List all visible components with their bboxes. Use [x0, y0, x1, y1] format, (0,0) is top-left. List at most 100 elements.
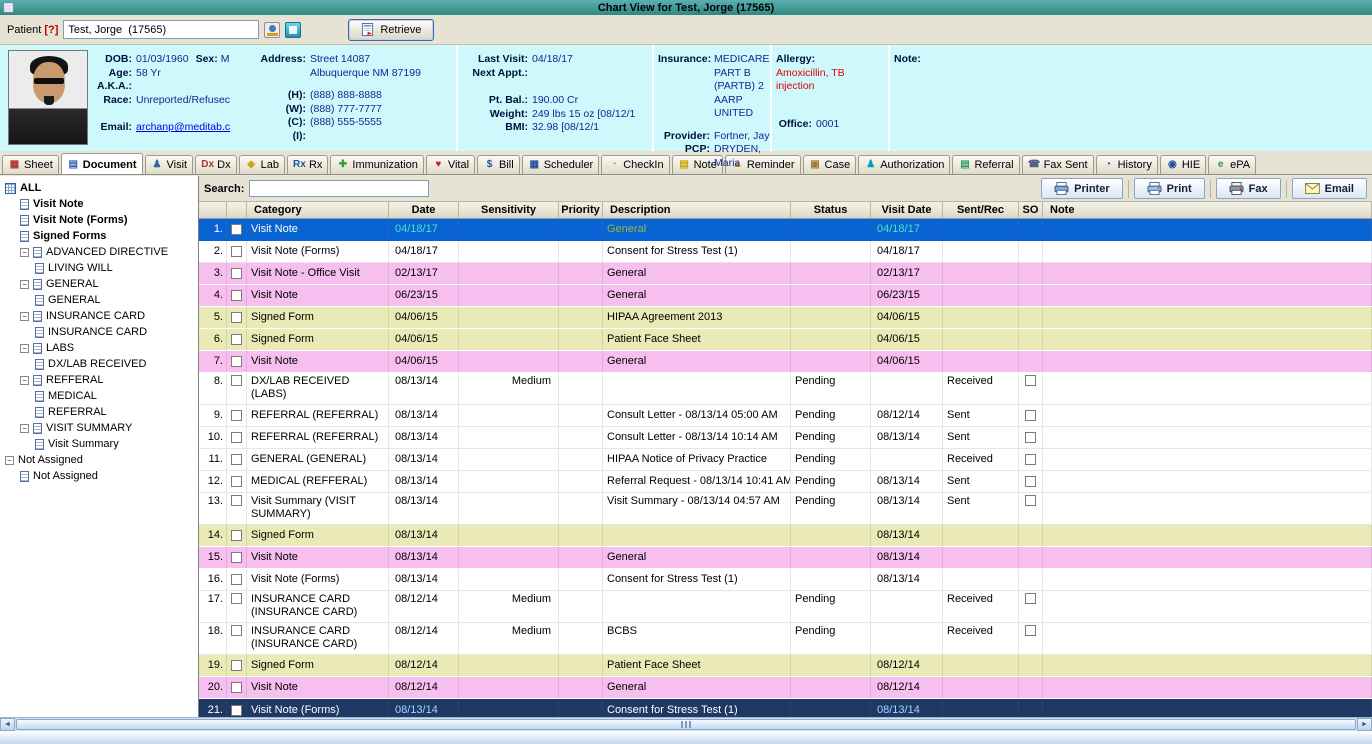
tree-item-signed-forms[interactable]: Signed Forms: [0, 228, 198, 244]
row-checkbox[interactable]: [231, 224, 242, 235]
table-row-6[interactable]: 6.Signed Form04/06/15Patient Face Sheet0…: [199, 329, 1372, 351]
row-checkbox[interactable]: [231, 432, 242, 443]
so-checkbox[interactable]: [1025, 432, 1036, 443]
row-checkbox[interactable]: [231, 246, 242, 257]
table-row-20[interactable]: 20.Visit Note08/12/14General08/12/14: [199, 677, 1372, 699]
row-checkbox[interactable]: [231, 290, 242, 301]
column-header-priority[interactable]: Priority: [559, 202, 603, 218]
tab-bill[interactable]: $Bill: [477, 155, 520, 174]
table-row-11[interactable]: 11.GENERAL (GENERAL)08/13/14HIPAA Notice…: [199, 449, 1372, 471]
column-header-description[interactable]: Description: [603, 202, 791, 218]
tree-item-referral[interactable]: REFERRAL: [0, 404, 198, 420]
table-row-9[interactable]: 9.REFERRAL (REFERRAL)08/13/14Consult Let…: [199, 405, 1372, 427]
patient-lookup-icon[interactable]: [264, 22, 280, 38]
table-row-12[interactable]: 12.MEDICAL (REFFERAL)08/13/14Referral Re…: [199, 471, 1372, 493]
tree-item-medical[interactable]: MEDICAL: [0, 388, 198, 404]
tree-item-all[interactable]: ALL: [0, 180, 198, 196]
column-header-sensitivity[interactable]: Sensitivity: [459, 202, 559, 218]
table-row-8[interactable]: 8.DX/LAB RECEIVED (LABS)08/13/14MediumPe…: [199, 373, 1372, 405]
table-row-10[interactable]: 10.REFERRAL (REFERRAL)08/13/14Consult Le…: [199, 427, 1372, 449]
row-checkbox[interactable]: [231, 454, 242, 465]
column-header-status[interactable]: Status: [791, 202, 871, 218]
row-checkbox[interactable]: [231, 625, 242, 636]
tree-item-advanced-directive[interactable]: −ADVANCED DIRECTIVE: [0, 244, 198, 260]
print-button[interactable]: Print: [1134, 178, 1205, 199]
table-row-15[interactable]: 15.Visit Note08/13/14General08/13/14: [199, 547, 1372, 569]
tree-item-dx-lab-received[interactable]: DX/LAB RECEIVED: [0, 356, 198, 372]
tab-history[interactable]: ◔History: [1096, 155, 1158, 174]
table-row-7[interactable]: 7.Visit Note04/06/15General04/06/15: [199, 351, 1372, 373]
table-row-1[interactable]: 1.Visit Note04/18/17General04/18/17: [199, 219, 1372, 241]
collapse-icon[interactable]: −: [20, 280, 29, 289]
row-checkbox[interactable]: [231, 552, 242, 563]
table-row-13[interactable]: 13.Visit Summary (VISIT SUMMARY)08/13/14…: [199, 493, 1372, 525]
column-header-category[interactable]: Category: [247, 202, 389, 218]
column-header-date[interactable]: Date: [389, 202, 459, 218]
row-checkbox[interactable]: [231, 682, 242, 693]
row-checkbox[interactable]: [231, 705, 242, 716]
email-button[interactable]: Email: [1292, 178, 1367, 199]
table-row-3[interactable]: 3.Visit Note - Office Visit02/13/17Gener…: [199, 263, 1372, 285]
row-checkbox[interactable]: [231, 356, 242, 367]
so-checkbox[interactable]: [1025, 454, 1036, 465]
row-checkbox[interactable]: [231, 334, 242, 345]
patient-help-link[interactable]: [?]: [44, 24, 58, 36]
tree-item-refferal[interactable]: −REFFERAL: [0, 372, 198, 388]
collapse-icon[interactable]: −: [20, 248, 29, 257]
table-row-18[interactable]: 18.INSURANCE CARD (INSURANCE CARD)08/12/…: [199, 623, 1372, 655]
table-row-4[interactable]: 4.Visit Note06/23/15General06/23/15: [199, 285, 1372, 307]
patient-email-link[interactable]: archanp@meditab.c: [136, 121, 230, 135]
scroll-left-button[interactable]: ◄: [0, 718, 15, 731]
row-checkbox[interactable]: [231, 410, 242, 421]
so-checkbox[interactable]: [1025, 410, 1036, 421]
tab-hie[interactable]: ◉HIE: [1160, 155, 1206, 174]
tree-item-not-assigned[interactable]: Not Assigned: [0, 468, 198, 484]
tree-item-visit-summary[interactable]: Visit Summary: [0, 436, 198, 452]
table-row-16[interactable]: 16.Visit Note (Forms)08/13/14Consent for…: [199, 569, 1372, 591]
patient-input[interactable]: [63, 20, 259, 39]
tab-authorization[interactable]: ♟Authorization: [858, 155, 950, 174]
scrollbar-thumb[interactable]: [16, 719, 1356, 730]
so-checkbox[interactable]: [1025, 593, 1036, 604]
row-checkbox[interactable]: [231, 312, 242, 323]
tree-item-insurance-card[interactable]: −INSURANCE CARD: [0, 308, 198, 324]
so-checkbox[interactable]: [1025, 495, 1036, 506]
so-checkbox[interactable]: [1025, 375, 1036, 386]
scroll-right-button[interactable]: ►: [1357, 718, 1372, 731]
table-row-5[interactable]: 5.Signed Form04/06/15HIPAA Agreement 201…: [199, 307, 1372, 329]
tab-immunization[interactable]: ✚Immunization: [330, 155, 423, 174]
tab-visit[interactable]: ♟Visit: [145, 155, 194, 174]
tree-item-visit-note-forms[interactable]: Visit Note (Forms): [0, 212, 198, 228]
row-checkbox[interactable]: [231, 495, 242, 506]
collapse-icon[interactable]: −: [20, 424, 29, 433]
table-row-2[interactable]: 2.Visit Note (Forms)04/18/17Consent for …: [199, 241, 1372, 263]
tab-document[interactable]: ▤Document: [61, 153, 143, 175]
tree-item-labs[interactable]: −LABS: [0, 340, 198, 356]
tab-referral[interactable]: ▤Referral: [952, 155, 1019, 174]
tree-item-living-will[interactable]: LIVING WILL: [0, 260, 198, 276]
so-checkbox[interactable]: [1025, 625, 1036, 636]
tab-vital[interactable]: ♥Vital: [426, 155, 475, 174]
row-checkbox[interactable]: [231, 476, 242, 487]
tree-item-general[interactable]: GENERAL: [0, 292, 198, 308]
column-header-sent-rec[interactable]: Sent/Rec: [943, 202, 1019, 218]
collapse-icon[interactable]: −: [20, 312, 29, 321]
row-checkbox[interactable]: [231, 593, 242, 604]
collapse-icon[interactable]: −: [20, 344, 29, 353]
retrieve-button[interactable]: Retrieve: [348, 19, 434, 41]
column-header-note[interactable]: Note: [1043, 202, 1372, 218]
table-row-14[interactable]: 14.Signed Form08/13/1408/13/14: [199, 525, 1372, 547]
fax-button[interactable]: Fax: [1216, 178, 1281, 199]
tree-item-insurance-card[interactable]: INSURANCE CARD: [0, 324, 198, 340]
table-row-17[interactable]: 17.INSURANCE CARD (INSURANCE CARD)08/12/…: [199, 591, 1372, 623]
so-checkbox[interactable]: [1025, 476, 1036, 487]
chart-view-icon[interactable]: [285, 22, 301, 38]
collapse-icon[interactable]: −: [5, 456, 14, 465]
column-header-visit-date[interactable]: Visit Date: [871, 202, 943, 218]
row-checkbox[interactable]: [231, 660, 242, 671]
tree-item-not-assigned[interactable]: −Not Assigned: [0, 452, 198, 468]
tab-epa[interactable]: eePA: [1208, 155, 1256, 174]
tab-fax-sent[interactable]: ☎Fax Sent: [1022, 155, 1094, 174]
column-header-so[interactable]: SO: [1019, 202, 1043, 218]
search-input[interactable]: [249, 180, 429, 197]
